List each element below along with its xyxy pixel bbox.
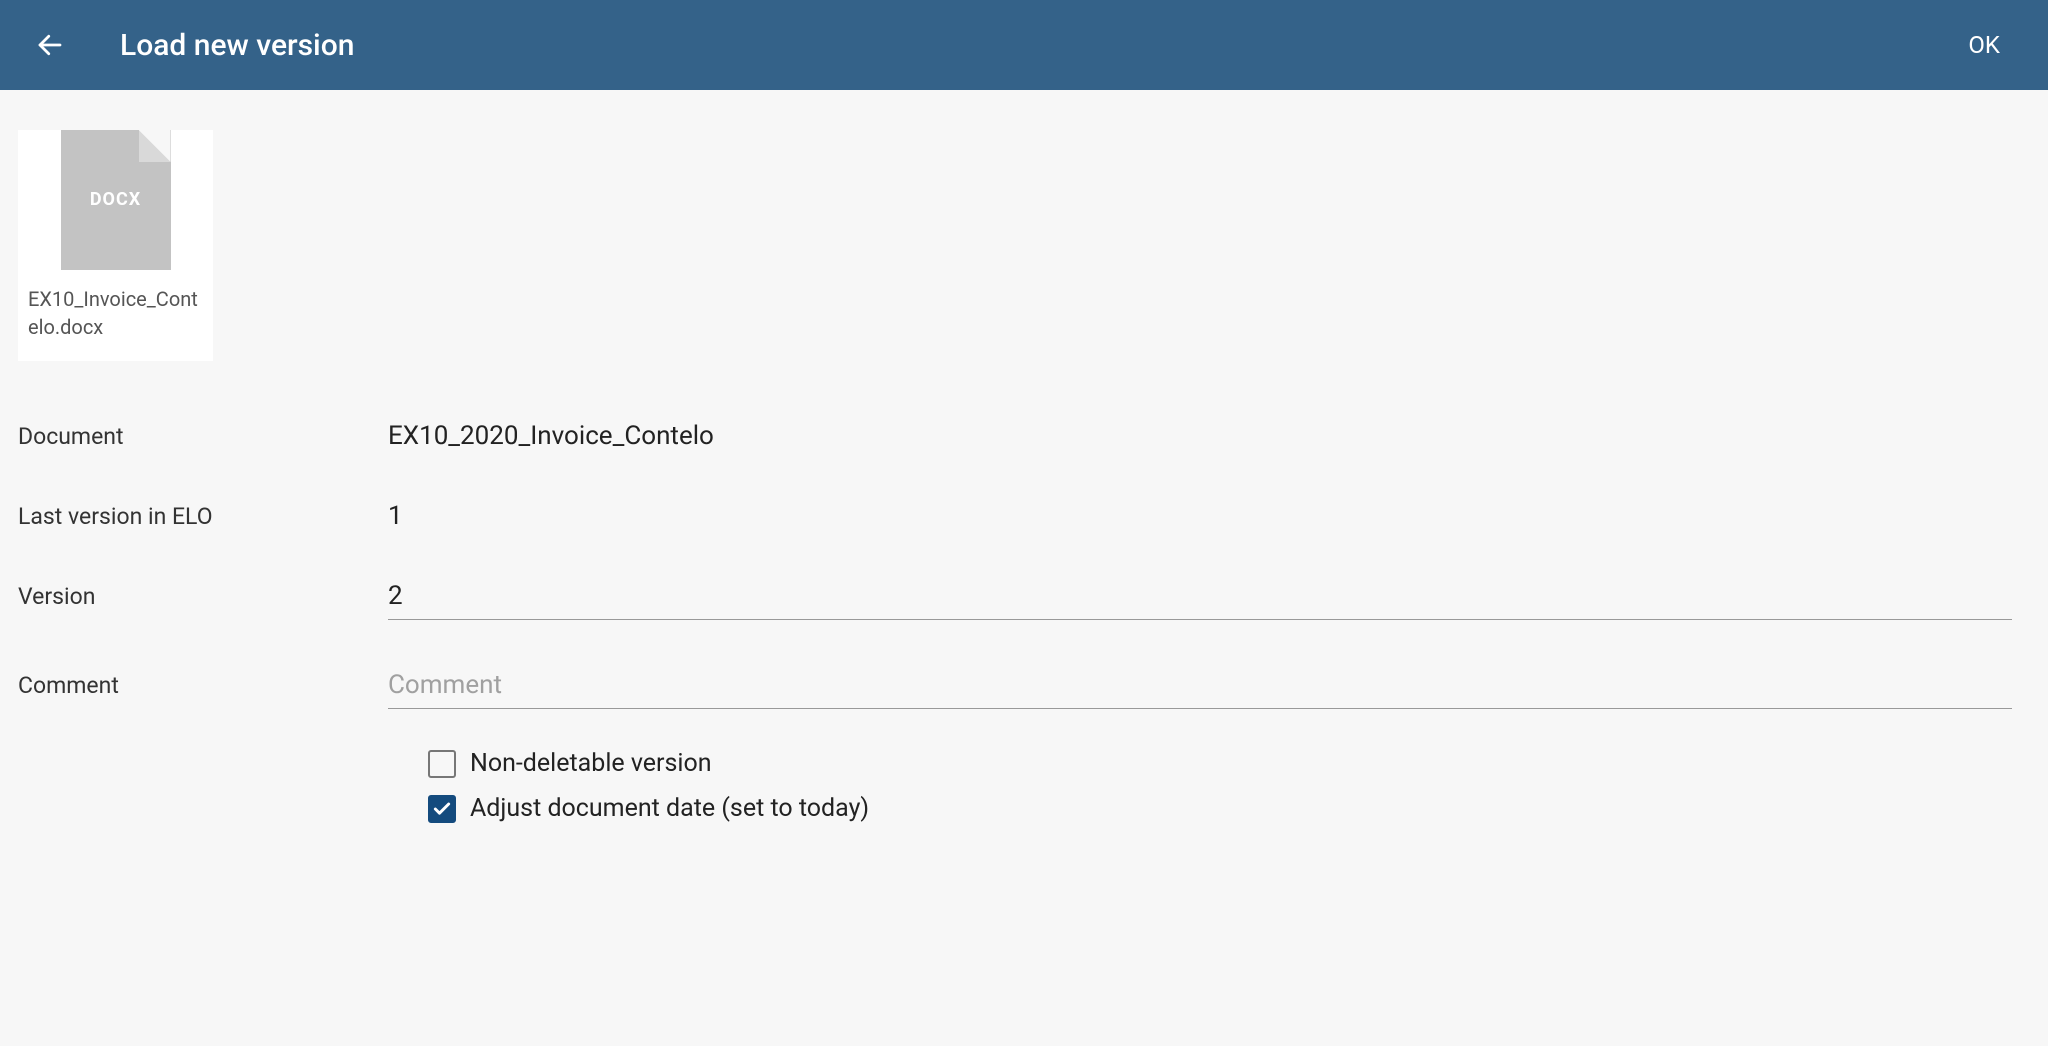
document-label: Document: [18, 423, 388, 450]
check-icon: [432, 799, 452, 819]
adjust-date-label: Adjust document date (set to today): [470, 794, 869, 823]
last-version-row: Last version in ELO 1: [18, 501, 2030, 531]
comment-row: Comment: [18, 670, 2030, 709]
version-label: Version: [18, 583, 388, 610]
document-value: EX10_2020_Invoice_Contelo: [388, 421, 2030, 451]
version-input[interactable]: [388, 581, 2012, 620]
document-row: Document EX10_2020_Invoice_Contelo: [18, 421, 2030, 451]
file-preview[interactable]: DOCX EX10_Invoice_Contelo.docx: [18, 130, 213, 361]
arrow-left-icon: [35, 30, 65, 60]
version-row: Version: [18, 581, 2030, 620]
comment-input[interactable]: [388, 670, 2012, 709]
file-type-icon: DOCX: [61, 130, 171, 270]
non-deletable-checkbox-row[interactable]: Non-deletable version: [428, 749, 2030, 778]
page-title: Load new version: [120, 28, 1948, 63]
app-header: Load new version OK: [0, 0, 2048, 90]
last-version-value: 1: [388, 501, 2030, 531]
file-name: EX10_Invoice_Contelo.docx: [28, 285, 203, 341]
back-button[interactable]: [20, 15, 80, 75]
ok-button[interactable]: OK: [1948, 21, 2020, 69]
comment-label: Comment: [18, 672, 388, 699]
file-type-label: DOCX: [61, 189, 171, 210]
adjust-date-checkbox[interactable]: [428, 795, 456, 823]
last-version-label: Last version in ELO: [18, 503, 388, 530]
non-deletable-label: Non-deletable version: [470, 749, 712, 778]
version-form: Document EX10_2020_Invoice_Contelo Last …: [18, 421, 2030, 823]
checkbox-group: Non-deletable version Adjust document da…: [428, 749, 2030, 823]
non-deletable-checkbox[interactable]: [428, 750, 456, 778]
content-area: DOCX EX10_Invoice_Contelo.docx Document …: [0, 90, 2048, 859]
adjust-date-checkbox-row[interactable]: Adjust document date (set to today): [428, 794, 2030, 823]
